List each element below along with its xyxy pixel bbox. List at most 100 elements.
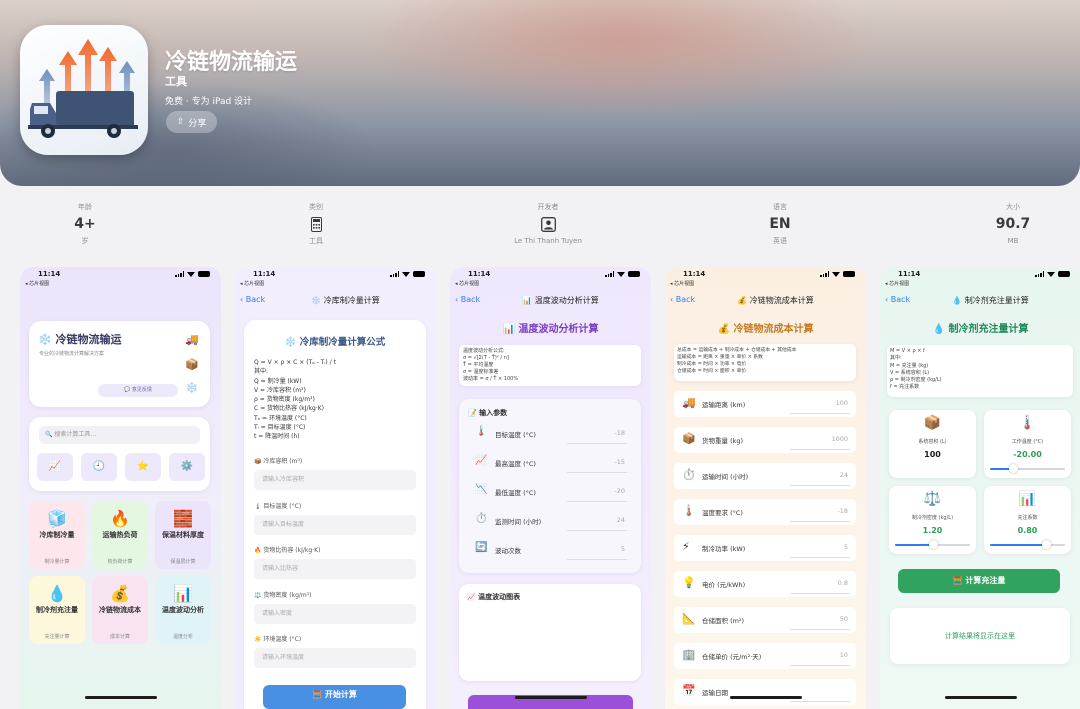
param-cell[interactable]: 📦 系统容积 (L) 100 — [889, 410, 976, 478]
param-underline — [790, 557, 850, 558]
info-sub: Le Thi Thanh Tuyen — [514, 237, 582, 245]
param-row[interactable]: 🏢 仓储单价 (元/m²·天) 10 — [674, 643, 856, 669]
param-row[interactable]: 📉 最低温度 (°C) -20 — [467, 479, 633, 505]
param-row[interactable]: 🌡️ 目标温度 (°C) -18 — [467, 421, 633, 447]
param-cell[interactable]: 🌡️ 工作温度 (°C) -20.00 — [984, 410, 1071, 478]
formula-line: T̄ = 平均温度 — [463, 362, 494, 368]
input-field[interactable]: 请输入目标温度 — [254, 514, 416, 535]
info-age: 年龄 4+ 岁 — [15, 201, 155, 247]
param-value[interactable]: 0.8 — [838, 579, 848, 587]
tile-icon: 💧 — [47, 584, 67, 603]
chart-title: 📈 温度波动图表 — [467, 593, 521, 601]
param-value[interactable]: -15 — [614, 458, 625, 466]
tool-tile[interactable]: 🧱 保温材料厚度 保温层计算 — [155, 501, 211, 569]
field-label: ☀️ 环境温度 (°C) — [254, 636, 302, 643]
param-value[interactable]: 24 — [617, 516, 625, 524]
page-heading: 💰 冷链物流成本计算 — [717, 324, 814, 335]
share-icon: ⇧ — [176, 117, 185, 127]
wifi-icon — [187, 271, 195, 277]
back-button[interactable]: ‹ Back — [670, 295, 695, 304]
app-subtitle: 免费 · 专为 iPad 设计 — [165, 97, 253, 107]
param-value[interactable]: 24 — [840, 471, 848, 479]
param-value[interactable]: 5 — [844, 543, 848, 551]
param-row[interactable]: 💡 电价 (元/kWh) 0.8 — [674, 571, 856, 597]
status-time: 11:14 — [38, 270, 61, 278]
param-cell[interactable]: ⚖️ 制冷剂密度 (kg/L) 1.20 — [889, 486, 976, 554]
tile-title: 冷链物流成本 — [99, 606, 141, 614]
param-value[interactable]: 10 — [840, 651, 848, 659]
nav-title: 💰 冷链物流成本计算 — [737, 296, 814, 305]
param-icon: ⏱️ — [475, 513, 488, 524]
tool-tile[interactable]: 🧊 冷库制冷量 制冷量计算 — [29, 501, 85, 569]
calculate-button[interactable]: 🧮 计算充注量 — [898, 569, 1060, 593]
snowflake-icon: ❄️ — [185, 383, 198, 394]
input-field[interactable]: 请输入比热容 — [254, 559, 416, 579]
chart-card: 📈 温度波动图表 — [459, 584, 641, 681]
tool-tile[interactable]: 💧 制冷剂充注量 充注量计算 — [29, 576, 85, 644]
info-developer: 开发者 Le Thi Thanh Tuyen — [478, 201, 618, 247]
param-row[interactable]: 📈 最高温度 (°C) -15 — [467, 450, 633, 476]
param-cell[interactable]: 📊 充注系数 0.80 — [984, 486, 1071, 554]
info-category: 类别 工具 — [246, 201, 386, 247]
param-value[interactable]: -18 — [837, 507, 848, 515]
star-icon[interactable]: ⭐ — [125, 453, 161, 481]
share-label: 分享 — [188, 118, 207, 129]
gear-icon[interactable]: ⚙️ — [169, 453, 205, 481]
param-row[interactable]: ⏱️ 监测时间 (小时) 24 — [467, 508, 633, 534]
status-back-app: ◂ 芯片视图 — [455, 281, 480, 287]
tool-tile[interactable]: 🔥 运输热负荷 热负荷计算 — [92, 501, 148, 569]
input-field[interactable]: 请输入冷库容积 — [254, 470, 416, 490]
home-search-card: 🔍 搜索计算工具... 📈 🕘 ⭐ ⚙️ — [29, 417, 210, 491]
back-button[interactable]: ‹ Back — [455, 295, 480, 304]
info-label: 大小 — [1006, 203, 1020, 211]
param-value[interactable]: 50 — [840, 615, 848, 623]
share-button[interactable]: ⇧ 分享 — [166, 111, 217, 133]
back-button[interactable]: ‹ Back — [885, 295, 910, 304]
search-input[interactable]: 🔍 搜索计算工具... — [39, 426, 200, 444]
status-bar: 11:14 ◂ 芯片视图 — [665, 267, 866, 289]
param-row[interactable]: ⏱️ 运输时间 (小时) 24 — [674, 463, 856, 489]
back-button[interactable]: ‹ Back — [240, 295, 265, 304]
param-row[interactable]: 🌡️ 温度要求 (°C) -18 — [674, 499, 856, 525]
param-row[interactable]: 📅 运输日期 — [674, 679, 856, 705]
app-header: 冷链物流输运 工具 免费 · 专为 iPad 设计 ⇧ 分享 — [0, 0, 1080, 186]
input-params-card: 📝 输入参数 🌡️ 目标温度 (°C) -18 📈 最高温度 (°C) -15 📉 最低温度 … — [459, 399, 641, 573]
param-row[interactable]: 🔄 波动次数 5 — [467, 537, 633, 563]
param-value[interactable]: 5 — [621, 545, 625, 553]
app-icon — [20, 25, 148, 155]
input-field[interactable]: 请输入环境温度 — [254, 648, 416, 668]
param-label: 电价 (元/kWh) — [702, 581, 746, 589]
param-value[interactable]: 1000 — [831, 435, 848, 443]
param-label: 运输日期 — [702, 689, 728, 697]
app-title: 冷链物流输运 — [165, 50, 298, 75]
param-value[interactable]: 100 — [836, 399, 848, 407]
tool-tile[interactable]: 💰 冷链物流成本 成本计算 — [92, 576, 148, 644]
param-row[interactable]: 🚚 运输距离 (km) 100 — [674, 391, 856, 417]
slider-thumb[interactable] — [1009, 464, 1018, 473]
param-value[interactable]: -20 — [614, 487, 625, 495]
signal-icon — [820, 271, 829, 277]
formula-card: 总成本 = 运输成本 + 制冷成本 + 仓储成本 + 其他成本 运输成本 = 距离… — [674, 344, 856, 381]
chart-icon[interactable]: 📈 — [37, 453, 73, 481]
param-row[interactable]: ⚡ 制冷功率 (kW) 5 — [674, 535, 856, 561]
param-row[interactable]: 📐 仓储面积 (m²) 50 — [674, 607, 856, 633]
formula-line: σ = √[Σ(T - T̄)² / n] — [463, 355, 509, 361]
field-label: 📦 冷库容积 (m³) — [254, 458, 303, 465]
tile-icon: 📊 — [173, 584, 193, 603]
formula-line: Q = 制冷量 (kW) — [254, 377, 302, 385]
calculate-button[interactable]: 🧮 开始计算 — [263, 685, 406, 709]
info-label: 类别 — [309, 203, 323, 211]
formula-text: M = V × ρ × f 其中: M = 充注量 (kg) V = 系统容积 (L)… — [890, 348, 942, 392]
input-field[interactable]: 请输入密度 — [254, 603, 416, 624]
tool-tile[interactable]: 📊 温度波动分析 温度分析 — [155, 576, 211, 644]
nav-bar: ‹ Back 💰 冷链物流成本计算 — [665, 289, 866, 311]
param-value[interactable]: -18 — [614, 429, 625, 437]
slider-thumb[interactable] — [1042, 540, 1051, 549]
feedback-button[interactable]: 💬 意见反馈 — [98, 384, 178, 397]
clock-icon[interactable]: 🕘 — [81, 453, 117, 481]
info-language: 语言 EN 英语 — [710, 201, 850, 247]
param-row[interactable]: 📦 货物重量 (kg) 1000 — [674, 427, 856, 453]
slider-thumb[interactable] — [929, 540, 938, 549]
tile-icon: 🧊 — [47, 509, 67, 528]
status-back-app: ◂ 芯片视图 — [670, 281, 695, 287]
